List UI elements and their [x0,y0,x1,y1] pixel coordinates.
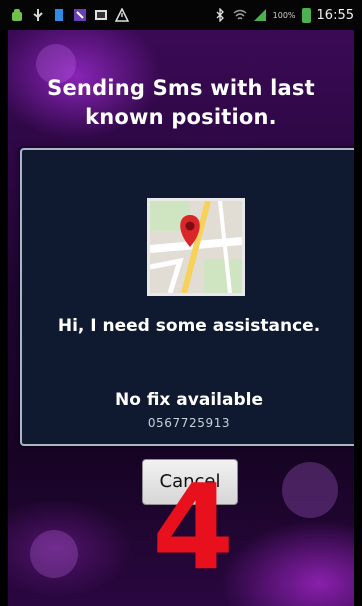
battery-percent: 100% [272,10,296,20]
wifi-icon [233,9,247,20]
android-icon [12,9,22,21]
assistance-message: Hi, I need some assistance. [57,316,321,336]
bokeh-light [30,530,78,578]
system-icons: 100% 16:55 [213,5,354,25]
notification-icons [10,7,129,23]
bokeh-light [282,462,338,518]
warning-icon [115,8,129,22]
map-marker-icon [147,198,245,296]
bluetooth-icon [216,8,224,22]
sms-dialog: Hi, I need some assistance. No fix avail… [20,148,354,446]
status-clock: 16:55 [316,7,354,23]
phone-number: 0567725913 [147,416,231,430]
status-bar: 100% 16:55 [0,0,362,30]
signal-icon [253,9,266,21]
step-number-overlay: 4 [151,458,235,596]
notification-icon [55,9,63,21]
usb-icon [33,9,43,21]
gallery-icon [95,10,107,20]
battery-icon [301,7,311,23]
gps-fix-status: No fix available [115,390,263,410]
app-screen: Sending Sms with last known position. Hi… [8,30,354,606]
phone-icon [74,9,86,21]
page-title: Sending Sms with last known position. [47,76,315,129]
